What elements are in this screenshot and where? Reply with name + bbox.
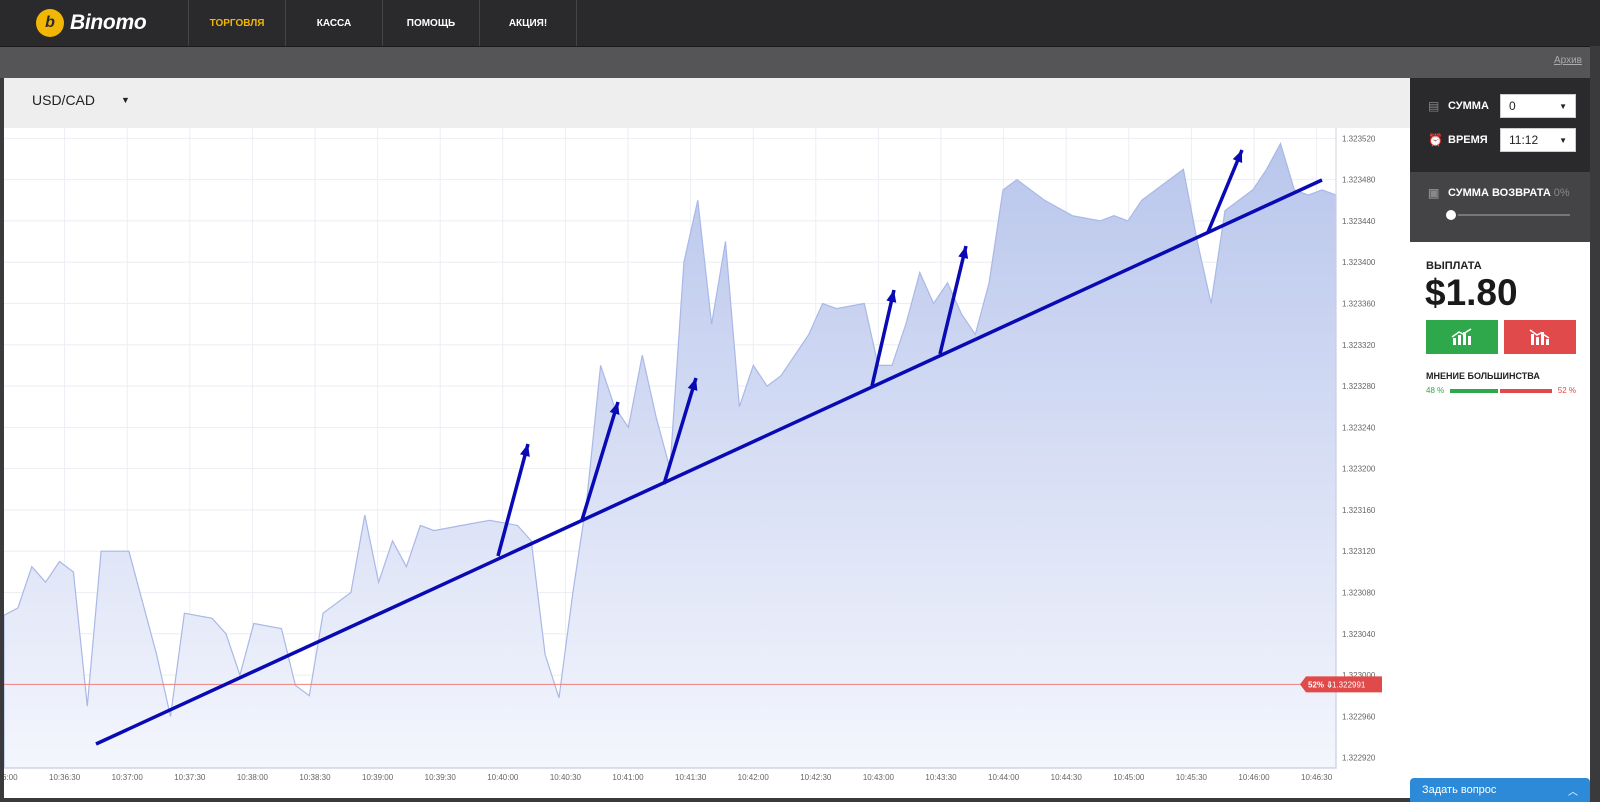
y-tick-label: 1.323520 <box>1342 134 1376 143</box>
time-label: ВРЕМЯ <box>1448 134 1488 146</box>
y-tick-label: 1.322920 <box>1342 754 1376 763</box>
x-tick-label: 10:46:00 <box>1238 773 1270 782</box>
nav-help[interactable]: ПОМОЩЬ <box>382 0 479 46</box>
time-row: ⏰ ВРЕМЯ 11:12 ▼ <box>1428 128 1576 152</box>
amount-select[interactable]: 0 ▼ <box>1500 94 1576 118</box>
nav-cashier[interactable]: КАССА <box>285 0 382 46</box>
sub-toolbar: Архив <box>0 47 1600 78</box>
x-tick-label: 10:39:30 <box>425 773 457 782</box>
dropdown-caret-icon: ▼ <box>121 95 130 105</box>
refund-slider-handle[interactable] <box>1444 208 1458 222</box>
x-tick-label: 10:45:00 <box>1113 773 1145 782</box>
x-tick-label: 10:42:00 <box>738 773 770 782</box>
ask-question-chat-button[interactable]: Задать вопрос ︿ <box>1410 778 1590 802</box>
trade-params: ▤ СУММА 0 ▼ ⏰ ВРЕМЯ 11:12 ▼ <box>1410 78 1590 172</box>
y-tick-label: 1.323440 <box>1342 217 1376 226</box>
x-tick-label: 10:41:00 <box>612 773 644 782</box>
x-tick-label: 10:44:00 <box>988 773 1020 782</box>
y-tick-label: 1.323240 <box>1342 423 1376 432</box>
y-tick-label: 1.323360 <box>1342 299 1376 308</box>
current-price-value: 1.322991 <box>1332 680 1366 689</box>
x-tick-label: 10:46:30 <box>1301 773 1333 782</box>
time-value: 11:12 <box>1509 133 1539 147</box>
x-tick-label: 10:42:30 <box>800 773 832 782</box>
chevron-down-icon: ▼ <box>1559 101 1567 111</box>
opinion-up-percent: 48 % <box>1426 386 1445 395</box>
y-tick-label: 1.323400 <box>1342 258 1376 267</box>
call-up-button[interactable] <box>1426 320 1498 354</box>
chart-up-icon <box>1451 328 1472 345</box>
x-tick-label: 10:38:30 <box>299 773 331 782</box>
asset-pair-selector[interactable]: USD/CAD ▼ <box>32 92 130 108</box>
x-tick-label: 10:43:30 <box>925 773 957 782</box>
x-tick-label: 10:40:30 <box>550 773 582 782</box>
binomo-logo[interactable]: b Binomo <box>36 8 147 38</box>
majority-opinion-label: МНЕНИЕ БОЛЬШИНСТВА <box>1426 371 1540 381</box>
payout-value: $1.80 <box>1425 272 1518 313</box>
y-tick-label: 1.323120 <box>1342 547 1376 556</box>
y-tick-label: 1.323320 <box>1342 341 1376 350</box>
nav-trading[interactable]: ТОРГОВЛЯ <box>188 0 285 46</box>
majority-opinion-bar: 48 % 52 % <box>1426 386 1576 396</box>
asset-pair-label: USD/CAD <box>32 92 96 108</box>
y-tick-label: 1.323280 <box>1342 382 1376 391</box>
x-tick-label: 10:41:30 <box>675 773 707 782</box>
refund-percent: 0% <box>1553 187 1570 199</box>
chevron-down-icon: ▼ <box>1559 135 1567 145</box>
price-area-series <box>4 141 1337 769</box>
main-nav: ТОРГОВЛЯ КАССА ПОМОЩЬ АКЦИЯ! <box>188 0 577 46</box>
x-tick-label: 10:40:00 <box>487 773 519 782</box>
opinion-down-bar <box>1500 389 1552 393</box>
x-tick-label: 10:36:00 <box>4 773 18 782</box>
chat-label: Задать вопрос <box>1422 784 1497 796</box>
x-tick-label: 10:37:30 <box>174 773 206 782</box>
x-tick-label: 10:44:30 <box>1051 773 1083 782</box>
y-tick-label: 1.323040 <box>1342 630 1376 639</box>
refund-section: ▣ СУММА ВОЗВРАТА 0% <box>1410 172 1590 242</box>
x-tick-label: 10:36:30 <box>49 773 81 782</box>
x-tick-label: 10:43:00 <box>863 773 895 782</box>
amount-value: 0 <box>1509 99 1516 113</box>
trade-sidebar: ▤ СУММА 0 ▼ ⏰ ВРЕМЯ 11:12 ▼ ▣ СУММА ВОЗВ… <box>1410 78 1590 802</box>
refund-icon: ▣ <box>1428 186 1440 200</box>
x-tick-label: 10:37:00 <box>112 773 144 782</box>
chevron-up-icon: ︿ <box>1568 787 1578 798</box>
time-select[interactable]: 11:12 ▼ <box>1500 128 1576 152</box>
amount-row: ▤ СУММА 0 ▼ <box>1428 94 1576 118</box>
y-tick-label: 1.323200 <box>1342 465 1376 474</box>
asset-bar: USD/CAD ▼ <box>4 78 1410 128</box>
amount-label: СУММА <box>1448 100 1489 112</box>
logo-text: Binomo <box>70 11 147 34</box>
y-tick-label: 1.323480 <box>1342 176 1376 185</box>
arrow-head-icon <box>1232 150 1243 163</box>
price-chart[interactable]: 1.323520 1.323480 1.323440 1.323400 1.323360… <box>4 128 1410 798</box>
top-navigation-bar: b Binomo ТОРГОВЛЯ КАССА ПОМОЩЬ АКЦИЯ! <box>0 0 1600 47</box>
refund-slider-track[interactable] <box>1450 214 1570 216</box>
refund-header: ▣ СУММА ВОЗВРАТА 0% <box>1428 186 1570 200</box>
alarm-clock-icon: ⏰ <box>1428 133 1443 147</box>
put-down-button[interactable] <box>1504 320 1576 354</box>
archive-link[interactable]: Архив <box>1554 55 1582 66</box>
chart-down-icon <box>1529 329 1550 345</box>
y-tick-label: 1.323080 <box>1342 589 1376 598</box>
y-tick-label: 1.323160 <box>1342 506 1376 515</box>
y-tick-label: 1.322960 <box>1342 712 1376 721</box>
refund-label: СУММА ВОЗВРАТА <box>1448 187 1551 199</box>
logo-mark-icon: b <box>36 9 64 37</box>
coins-icon: ▤ <box>1428 99 1440 113</box>
frame-border-right <box>1590 46 1600 802</box>
opinion-down-percent: 52 % <box>1557 386 1576 395</box>
x-tick-label: 10:45:30 <box>1176 773 1208 782</box>
nav-promo[interactable]: АКЦИЯ! <box>479 0 577 46</box>
opinion-up-bar <box>1450 389 1498 393</box>
x-tick-label: 10:38:00 <box>237 773 269 782</box>
chart-panel: USD/CAD ▼ 1.323520 1.323480 1.323440 1.3234… <box>4 78 1410 798</box>
x-tick-label: 10:39:00 <box>362 773 394 782</box>
payout-label: ВЫПЛАТА <box>1426 260 1482 272</box>
current-price-pct: 52% ⇩ <box>1308 680 1333 689</box>
